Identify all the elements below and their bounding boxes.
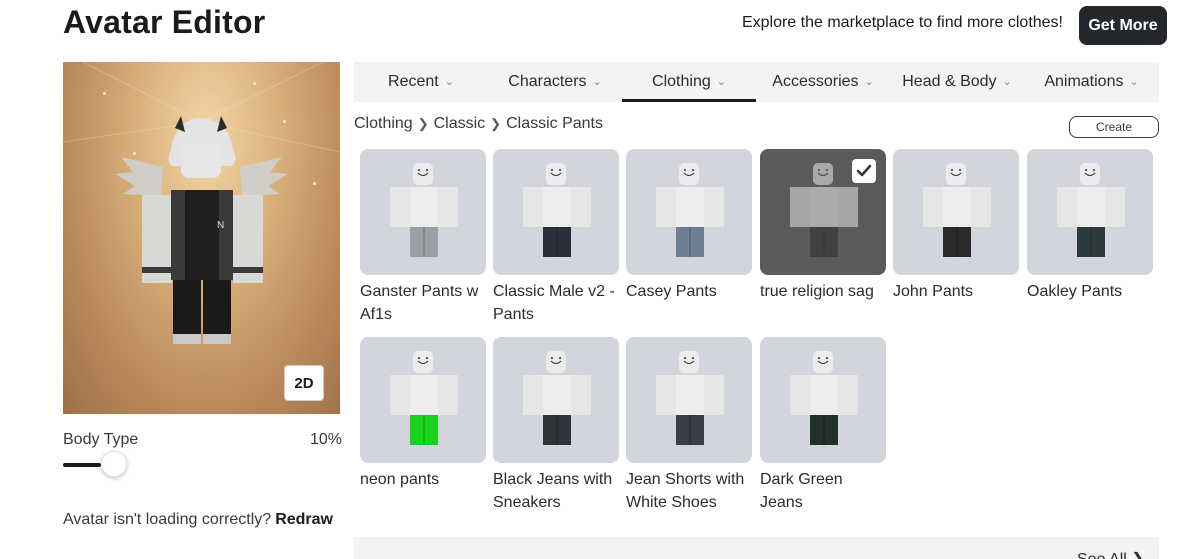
page-title: Avatar Editor	[63, 4, 266, 40]
item-thumbnail[interactable]	[760, 337, 886, 463]
avatar-thumbnail-icon	[390, 163, 458, 257]
breadcrumb-item-clothing[interactable]: Clothing	[354, 115, 413, 133]
item-thumbnail[interactable]	[626, 337, 752, 463]
item-name[interactable]: Ganster Pants w Af1s	[360, 280, 486, 326]
item-thumbnail[interactable]	[1027, 149, 1153, 275]
item-card[interactable]: Dark Green Jeans	[760, 337, 886, 514]
avatar-thumbnail-icon	[1057, 163, 1125, 257]
avatar-figure: N	[63, 62, 340, 344]
tab-label: Recent	[388, 73, 439, 90]
body-type-label: Body Type	[63, 431, 139, 448]
checkmark-icon	[852, 159, 876, 183]
tab-characters[interactable]: Characters ⌄	[488, 62, 622, 102]
tab-label: Animations	[1044, 73, 1124, 90]
chevron-down-icon: ⌄	[1002, 75, 1012, 88]
avatar-preview[interactable]: N 2D	[63, 62, 340, 414]
item-card[interactable]: Classic Male v2 - Pants	[493, 149, 619, 326]
loading-note-text: Avatar isn't loading correctly?	[63, 511, 272, 528]
tab-label: Characters	[508, 73, 587, 90]
body-type-slider[interactable]	[63, 451, 340, 477]
breadcrumb: Clothing ❯ Classic ❯ Classic Pants	[354, 115, 603, 133]
item-name[interactable]: Classic Male v2 - Pants	[493, 280, 619, 326]
avatar-thumbnail-icon	[523, 163, 591, 257]
loading-note: Avatar isn't loading correctly? Redraw	[63, 511, 333, 529]
body-type-slider-fill	[63, 463, 101, 467]
body-type-value: 10%	[310, 431, 343, 448]
item-name[interactable]: Jean Shorts with White Shoes	[626, 468, 752, 514]
chevron-right-icon: ❯	[490, 116, 502, 131]
breadcrumb-item-classic[interactable]: Classic	[434, 115, 486, 133]
chevron-down-icon: ⌄	[716, 75, 726, 88]
item-card[interactable]: Jean Shorts with White Shoes	[626, 337, 752, 514]
avatar-thumbnail-icon	[390, 351, 458, 445]
svg-text:N: N	[217, 220, 224, 231]
redraw-link[interactable]: Redraw	[275, 511, 333, 528]
tab-label: Clothing	[652, 73, 711, 90]
item-thumbnail[interactable]	[626, 149, 752, 275]
tab-animations[interactable]: Animations ⌄	[1024, 62, 1159, 102]
get-more-button[interactable]: Get More	[1079, 6, 1167, 45]
item-card[interactable]: John Pants	[893, 149, 1019, 303]
see-all-bar	[354, 537, 1159, 559]
body-type-slider-thumb[interactable]	[101, 451, 127, 477]
chevron-down-icon: ⌄	[864, 75, 874, 88]
avatar-thumbnail-icon	[923, 163, 991, 257]
see-all-link[interactable]: See All ❯	[1077, 549, 1145, 559]
item-thumbnail[interactable]	[893, 149, 1019, 275]
create-button[interactable]: Create	[1069, 116, 1159, 138]
item-name[interactable]: Black Jeans with Sneakers	[493, 468, 619, 514]
chevron-down-icon: ⌄	[1129, 75, 1139, 88]
view-2d-toggle[interactable]: 2D	[284, 365, 324, 401]
item-card[interactable]: neon pants	[360, 337, 486, 491]
item-card[interactable]: Casey Pants	[626, 149, 752, 303]
breadcrumb-item-classic-pants: Classic Pants	[506, 115, 603, 132]
item-card[interactable]: true religion sag	[760, 149, 886, 303]
tab-label: Head & Body	[902, 73, 997, 90]
item-thumbnail[interactable]	[760, 149, 886, 275]
tab-clothing[interactable]: Clothing ⌄	[622, 62, 756, 102]
tab-accessories[interactable]: Accessories ⌄	[756, 62, 890, 102]
avatar-thumbnail-icon	[523, 351, 591, 445]
item-card[interactable]: Oakley Pants	[1027, 149, 1153, 303]
chevron-down-icon: ⌄	[444, 75, 454, 88]
item-thumbnail[interactable]	[493, 337, 619, 463]
item-name[interactable]: Casey Pants	[626, 280, 752, 303]
avatar-thumbnail-icon	[656, 163, 724, 257]
avatar-thumbnail-icon	[656, 351, 724, 445]
tab-recent[interactable]: Recent ⌄	[354, 62, 488, 102]
item-thumbnail[interactable]	[493, 149, 619, 275]
avatar-thumbnail-icon	[790, 351, 858, 445]
category-tabs: Recent ⌄ Characters ⌄ Clothing ⌄ Accessorie…	[354, 62, 1159, 102]
item-thumbnail[interactable]	[360, 337, 486, 463]
item-name[interactable]: John Pants	[893, 280, 1019, 303]
tab-label: Accessories	[772, 73, 859, 90]
chevron-down-icon: ⌄	[592, 75, 602, 88]
item-card[interactable]: Black Jeans with Sneakers	[493, 337, 619, 514]
item-name[interactable]: true religion sag	[760, 280, 886, 303]
item-name[interactable]: Dark Green Jeans	[760, 468, 886, 514]
marketplace-promo-text: Explore the marketplace to find more clo…	[741, 14, 1063, 31]
see-all-label: See All	[1077, 551, 1127, 559]
chevron-right-icon: ❯	[417, 116, 429, 131]
item-thumbnail[interactable]	[360, 149, 486, 275]
item-name[interactable]: Oakley Pants	[1027, 280, 1153, 303]
tab-head-and-body[interactable]: Head & Body ⌄	[890, 62, 1024, 102]
item-name[interactable]: neon pants	[360, 468, 486, 491]
item-card[interactable]: Ganster Pants w Af1s	[360, 149, 486, 326]
